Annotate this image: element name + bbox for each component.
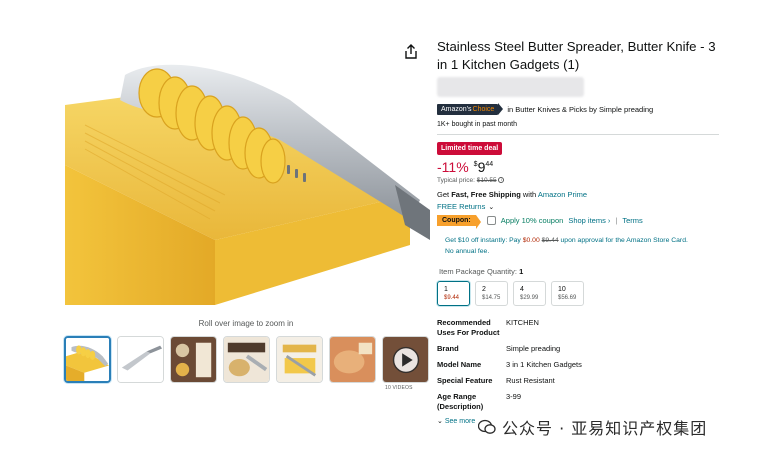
wechat-icon xyxy=(478,419,496,434)
spec-key: Recommended Uses For Product xyxy=(437,318,500,337)
chevron-down-icon: ⌄ xyxy=(488,203,495,211)
card-offer-new-price: $0.00 xyxy=(522,237,540,244)
price: $ 9 44 xyxy=(474,159,494,175)
thumbnail-food-icon xyxy=(330,337,375,382)
zoom-hint: Roll over image to zoom in xyxy=(198,319,294,328)
spec-value: 3 in 1 Kitchen Gadgets xyxy=(506,360,582,369)
product-details: Stainless Steel Butter Spreader, Butter … xyxy=(437,38,727,425)
spec-value: Rust Resistant xyxy=(506,376,555,385)
quantity-option-4[interactable]: 4 $29.99 xyxy=(513,281,546,306)
quantity-option-10[interactable]: 10 $56.69 xyxy=(551,281,584,306)
amazons-choice-row: Amazon's Choice in Butter Knives & Picks… xyxy=(437,103,727,115)
share-icon[interactable] xyxy=(404,44,418,60)
discount-percent: -11% xyxy=(437,159,469,175)
thumbnail-bread-icon xyxy=(224,337,269,382)
price-fraction: 44 xyxy=(485,161,494,168)
amazons-choice-badge: Amazon's Choice xyxy=(437,103,499,115)
video-count: 10 VIDEOS xyxy=(385,385,413,391)
coupon-checkbox[interactable] xyxy=(486,216,496,225)
separator: | xyxy=(615,216,618,225)
spec-row: Recommended Uses For Product KITCHEN xyxy=(437,318,727,338)
quantity-option-price: $29.99 xyxy=(520,295,539,301)
terms-link[interactable]: Terms xyxy=(622,216,642,225)
quantity-option-price: $14.75 xyxy=(482,295,501,301)
watermark: 公众号 · 亚易知识产权集团 xyxy=(478,415,707,439)
free-returns-link[interactable]: FREE Returns ⌄ xyxy=(437,202,727,211)
spec-key: Brand xyxy=(437,344,459,353)
butter-knife-image xyxy=(65,45,430,305)
quantity-option-1[interactable]: 1 $9.44 xyxy=(437,281,470,306)
thumbnail-2[interactable] xyxy=(117,336,164,383)
thumbnail-video[interactable] xyxy=(382,336,429,383)
quantity-option-price: $9.44 xyxy=(444,295,460,301)
coupon-tag: Coupon: xyxy=(437,215,481,229)
quantity-option-price: $56.69 xyxy=(558,295,577,301)
quantity-option-qty: 10 xyxy=(558,286,566,293)
card-offer-text-2: upon approval for the Amazon Store Card. xyxy=(560,237,688,244)
thumbnail-5[interactable] xyxy=(276,336,323,383)
card-offer-old-price: $9.44 xyxy=(541,237,559,244)
amazon-prime-link[interactable]: Amazon Prime xyxy=(538,190,587,199)
thumbnail-features-icon xyxy=(171,337,216,382)
shipping-bold: Fast, Free Shipping xyxy=(451,190,521,199)
thumbnail-3[interactable] xyxy=(170,336,217,383)
limited-deal-badge: Limited time deal xyxy=(437,142,503,155)
quantity-options: 1 $9.44 2 $14.75 4 $29.99 10 $56.69 xyxy=(437,281,727,306)
spec-key: Age Range (Description) xyxy=(437,392,484,411)
shop-items-link[interactable]: Shop items › xyxy=(568,216,610,225)
typical-price-value: $10.55 xyxy=(476,177,497,184)
watermark-text: 公众号 · 亚易知识产权集团 xyxy=(502,419,708,438)
quantity-selected-value: 1 xyxy=(519,267,524,276)
thumbnail-1[interactable] xyxy=(64,336,111,383)
typical-price-label: Typical price: xyxy=(437,177,475,184)
quantity-option-qty: 4 xyxy=(520,286,524,293)
spec-value: 3-99 xyxy=(506,392,522,401)
bought-count: 1K+ bought in past month xyxy=(437,121,517,128)
choice-category-text[interactable]: in Butter Knives & Picks by Simple pread… xyxy=(507,105,653,114)
spec-row: Age Range (Description) 3-99 xyxy=(437,392,727,412)
price-whole: 9 xyxy=(477,159,486,175)
store-card-offer[interactable]: Get $10 off instantly: Pay $0.00 $9.44 u… xyxy=(445,235,725,257)
price-row: -11% $ 9 44 xyxy=(437,159,727,175)
spec-key: Special Feature xyxy=(437,376,493,385)
quantity-label-text: Item Package Quantity: xyxy=(439,267,517,276)
see-more-label: See more xyxy=(444,417,476,425)
shipping-with: with xyxy=(522,190,537,199)
thumbnail-butter-dish-icon xyxy=(277,337,322,382)
thumbnail-knife-only-icon xyxy=(118,337,163,382)
info-icon[interactable]: i xyxy=(498,177,505,184)
spec-row: Special Feature Rust Resistant xyxy=(437,376,727,386)
free-returns-label: FREE Returns xyxy=(437,202,486,211)
main-product-image[interactable] xyxy=(65,45,430,305)
choice-badge-tail xyxy=(498,103,504,115)
spec-row: Model Name 3 in 1 Kitchen Gadgets xyxy=(437,360,727,370)
shipping-info: Get Fast, Free Shipping with Amazon Prim… xyxy=(437,190,727,199)
quantity-option-2[interactable]: 2 $14.75 xyxy=(475,281,508,306)
product-title: Stainless Steel Butter Spreader, Butter … xyxy=(437,39,716,72)
card-offer-text-3: No annual fee. xyxy=(445,248,490,255)
spec-value: Simple preading xyxy=(506,344,561,353)
spec-value: KITCHEN xyxy=(506,318,539,327)
thumbnail-4[interactable] xyxy=(223,336,270,383)
spec-key: Model Name xyxy=(437,360,482,369)
card-offer-text-1: Get $10 off instantly: Pay xyxy=(445,237,521,244)
apply-coupon-label[interactable]: Apply 10% coupon xyxy=(501,216,564,225)
quantity-option-qty: 1 xyxy=(444,286,448,293)
divider xyxy=(437,134,719,135)
thumbnail-6[interactable] xyxy=(329,336,376,383)
product-specs: Recommended Uses For Product KITCHEN Bra… xyxy=(437,318,727,425)
typical-price: Typical price: $10.55 i xyxy=(437,177,727,184)
thumbnail-butter-knife-icon xyxy=(66,338,109,381)
play-video-icon xyxy=(383,337,428,382)
thumbnail-strip xyxy=(64,336,429,383)
choice-badge-left: Amazon's xyxy=(441,105,472,113)
coupon-row: Coupon: Apply 10% coupon Shop items › | … xyxy=(437,215,727,229)
chevron-down-icon: ⌄ xyxy=(437,418,443,425)
shipping-prefix: Get xyxy=(437,190,450,199)
choice-badge-right: Choice xyxy=(472,105,495,113)
quantity-label: Item Package Quantity: 1 xyxy=(439,267,727,276)
store-link-blurred[interactable] xyxy=(437,77,584,97)
quantity-option-qty: 2 xyxy=(482,286,486,293)
spec-row: Brand Simple preading xyxy=(437,344,727,354)
